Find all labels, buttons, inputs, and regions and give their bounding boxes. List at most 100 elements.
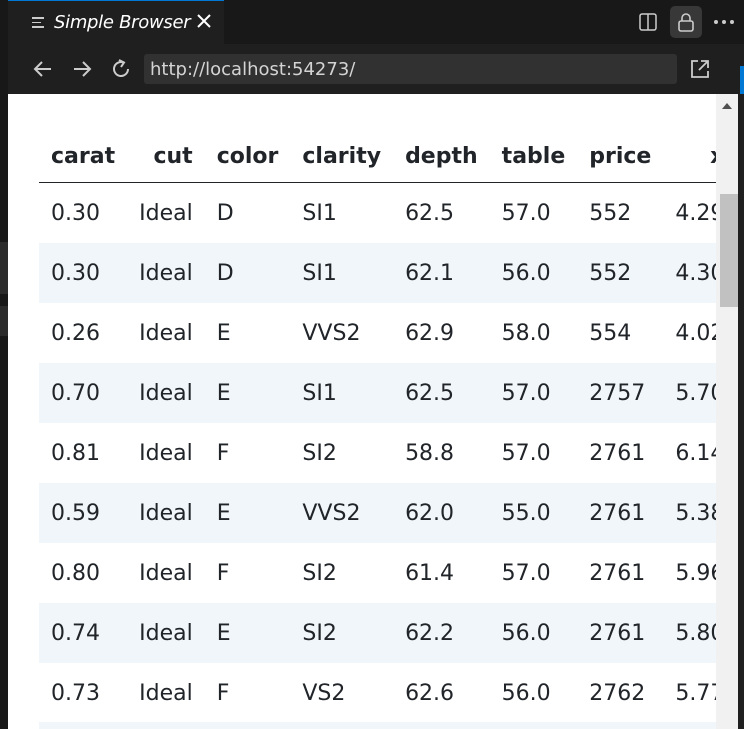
- table-cell: Ideal: [139, 680, 193, 706]
- table-cell: 0.30: [51, 200, 100, 226]
- table-cell: SI1: [302, 200, 337, 226]
- table-cell: 2761: [577, 483, 664, 543]
- table-cell: 6.14: [675, 440, 716, 466]
- reload-icon[interactable]: [108, 56, 134, 82]
- table-cell: Ideal: [139, 440, 193, 466]
- table-cell: 2762: [589, 680, 646, 706]
- table-cell: SI2: [290, 603, 394, 663]
- table-cell: 57.0: [489, 363, 578, 423]
- table-cell: 0.81: [51, 440, 100, 466]
- gutter-mark: [0, 306, 8, 336]
- column-header: depth: [393, 130, 490, 183]
- open-external-icon[interactable]: [687, 56, 713, 82]
- column-header: clarity: [290, 130, 394, 183]
- table-cell: 5.96: [675, 560, 716, 586]
- page-viewport: carat cut color clarity depth table pric…: [8, 94, 716, 729]
- table-cell: VVS2: [290, 483, 394, 543]
- table-row: 0.70IdealESI162.557.027575.70: [39, 363, 716, 423]
- table-row: 0.59IdealEVVS262.055.027615.38: [39, 483, 716, 543]
- header-row: carat cut color clarity depth table pric…: [39, 130, 716, 183]
- column-header: table: [489, 130, 578, 183]
- table-row: 0.26 Ideal E VVS2 62.9 58.0 554 4.02: [39, 303, 716, 363]
- table-cell: 4.02: [675, 320, 716, 346]
- table-cell: 56.0: [489, 243, 578, 303]
- table-cell: 552: [577, 243, 664, 303]
- accent-strip: [740, 66, 744, 96]
- table-cell: 2761: [589, 440, 646, 466]
- table-cell: E: [204, 603, 291, 663]
- table-cell: 5.77: [675, 680, 716, 706]
- table-cell: SI2: [302, 440, 337, 466]
- table-cell: 0.74: [39, 603, 128, 663]
- table-cell: 0.26: [51, 320, 100, 346]
- table-cell: Ideal: [127, 243, 205, 303]
- column-header: x: [663, 130, 716, 183]
- table-cell: E: [204, 483, 291, 543]
- preview-icon: [32, 17, 46, 28]
- tab-title: Simple Browser: [54, 12, 191, 33]
- table-cell: F: [216, 440, 230, 466]
- table-cell: Ideal: [127, 603, 205, 663]
- table-cell: E: [204, 363, 291, 423]
- tab-simple-browser[interactable]: Simple Browser: [8, 0, 224, 44]
- table-cell: 57.0: [501, 560, 551, 586]
- url-text: http://localhost:54273/: [150, 58, 356, 80]
- table-cell: 56.0: [501, 680, 551, 706]
- table-cell: 58.0: [501, 320, 551, 346]
- table-cell: 58.8: [405, 440, 455, 466]
- editor-gutter: [0, 0, 8, 729]
- url-input[interactable]: http://localhost:54273/: [144, 54, 677, 84]
- table-cell: 0.70: [39, 363, 128, 423]
- more-actions-icon[interactable]: [708, 6, 740, 38]
- table-cell: 2761: [589, 560, 646, 586]
- table-cell: 0.30: [39, 243, 128, 303]
- table-cell: VS2: [302, 680, 346, 706]
- arrow-right-icon[interactable]: [69, 56, 95, 82]
- table-row: 0.80 Ideal F SI2 61.4 57.0 2761 5.96: [39, 543, 716, 603]
- table-cell: 62.5: [393, 363, 490, 423]
- arrow-left-icon[interactable]: [30, 56, 56, 82]
- table-cell: 57.0: [501, 200, 551, 226]
- table-cell: 62.6: [405, 680, 455, 706]
- table-cell: 62.9: [405, 320, 455, 346]
- scroll-up-icon[interactable]: [722, 103, 732, 109]
- column-header: price: [577, 130, 664, 183]
- table-cell: Ideal: [127, 483, 205, 543]
- table-cell: 62.0: [393, 483, 490, 543]
- column-header: color: [204, 130, 291, 183]
- tab-bar: Simple Browser: [8, 0, 744, 44]
- table-cell: Ideal: [127, 363, 205, 423]
- table-cell: Ideal: [139, 200, 193, 226]
- table-cell: SI2: [302, 560, 337, 586]
- table-cell: 5.80: [663, 603, 716, 663]
- table-cell: Ideal: [139, 560, 193, 586]
- table-cell: F: [216, 560, 230, 586]
- window-edge: [738, 94, 744, 729]
- split-editor-icon[interactable]: [632, 6, 664, 38]
- table-cell: 56.0: [489, 603, 578, 663]
- table-row: 0.73 Ideal F VS2 62.6 56.0 2762 5.77: [39, 663, 716, 723]
- table-cell: 62.5: [405, 200, 455, 226]
- table-cell: Ideal: [139, 320, 193, 346]
- table-cell: 57.0: [501, 440, 551, 466]
- lock-icon[interactable]: [670, 6, 702, 38]
- table-cell: F: [216, 680, 230, 706]
- table-cell: 2761: [577, 603, 664, 663]
- table-cell: 4.29: [675, 200, 716, 226]
- address-bar: http://localhost:54273/: [8, 44, 744, 94]
- table-row: 0.74IdealESI262.256.027615.80: [39, 603, 716, 663]
- table-cell: 0.73: [51, 680, 100, 706]
- table-cell: 5.70: [663, 363, 716, 423]
- table-cell: 62.1: [393, 243, 490, 303]
- table-row: 0.81 Ideal F SI2 58.8 57.0 2761 6.14: [39, 423, 716, 483]
- table-cell: VVS2: [302, 320, 361, 346]
- table-cell: 62.2: [393, 603, 490, 663]
- table-cell: SI1: [290, 243, 394, 303]
- table-cell: 552: [589, 200, 632, 226]
- column-header: carat: [39, 130, 128, 183]
- table-row: 0.30IdealDSI162.156.05524.30: [39, 243, 716, 303]
- close-icon[interactable]: [192, 9, 216, 33]
- vertical-scrollbar[interactable]: [716, 94, 738, 729]
- scrollbar-thumb[interactable]: [720, 194, 738, 307]
- table-cell: 55.0: [489, 483, 578, 543]
